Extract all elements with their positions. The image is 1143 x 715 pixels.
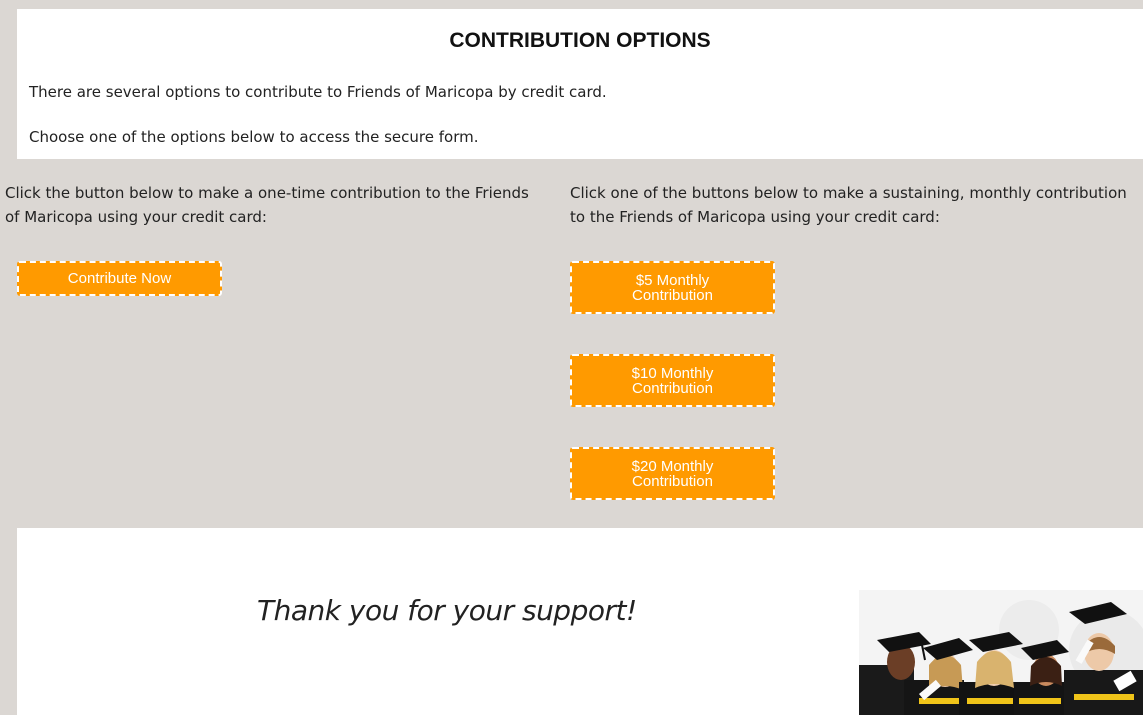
graduates-photo xyxy=(859,590,1143,715)
monthly-instructions: Click one of the buttons below to make a… xyxy=(570,184,1127,226)
top-border xyxy=(0,0,1143,9)
monthly-20-button[interactable]: $20 Monthly Contribution xyxy=(570,447,775,500)
one-time-instructions: Click the button below to make a one-tim… xyxy=(5,184,529,226)
monthly-10-label: $10 Monthly Contribution xyxy=(631,364,714,397)
intro-text-1: There are several options to contribute … xyxy=(29,83,607,101)
header-panel: CONTRIBUTION OPTIONS There are several o… xyxy=(17,9,1143,159)
page-title: CONTRIBUTION OPTIONS xyxy=(449,29,711,52)
monthly-20-label: $20 Monthly Contribution xyxy=(631,457,714,490)
monthly-5-label: $5 Monthly Contribution xyxy=(632,271,713,304)
intro-text-2: Choose one of the options below to acces… xyxy=(29,128,479,146)
thank-you-panel: Thank you for your support! xyxy=(17,528,1143,715)
monthly-5-button[interactable]: $5 Monthly Contribution xyxy=(570,261,775,314)
monthly-10-button[interactable]: $10 Monthly Contribution xyxy=(570,354,775,407)
contribute-now-label: Contribute Now xyxy=(67,270,172,287)
thank-you-message: Thank you for your support! xyxy=(257,594,637,627)
contribution-options-panel: Click the button below to make a one-tim… xyxy=(0,159,1143,528)
contribute-now-button[interactable]: Contribute Now xyxy=(17,261,222,296)
